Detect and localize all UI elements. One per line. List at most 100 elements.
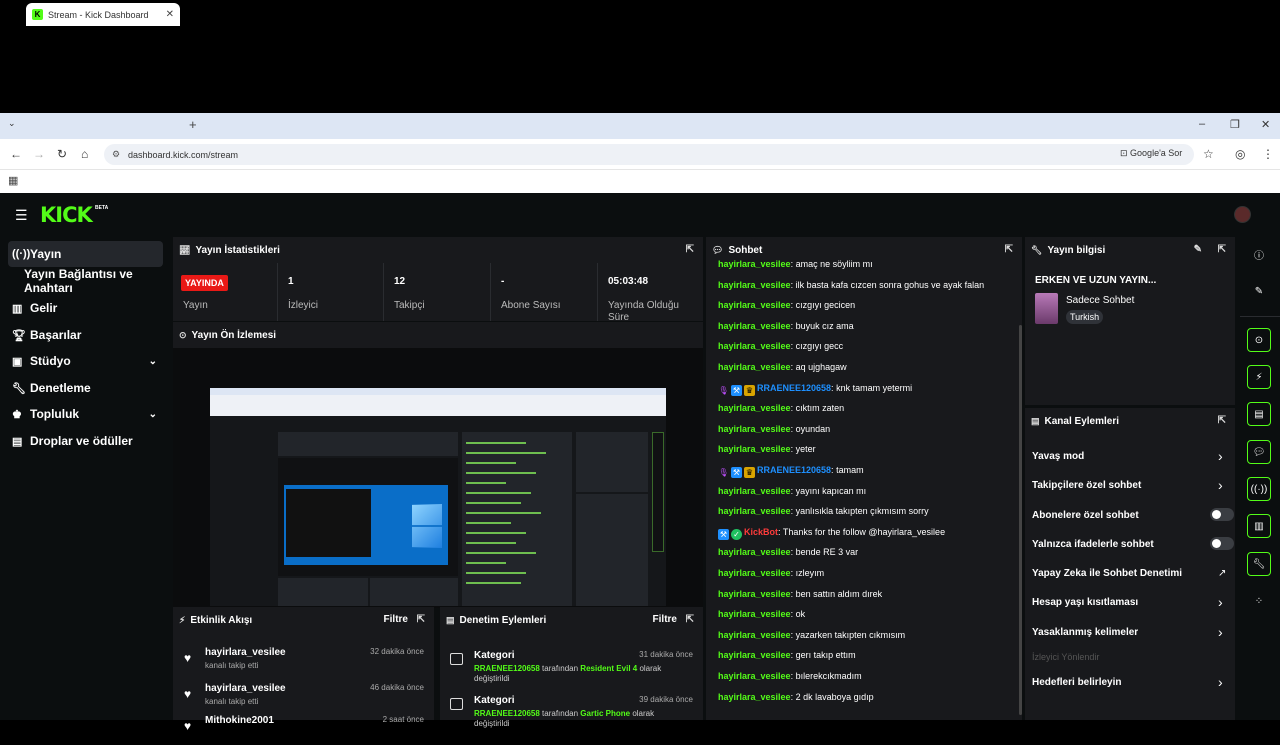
stream-preview-video[interactable] bbox=[173, 348, 703, 608]
chat-username[interactable]: hayirlara_vesilee bbox=[718, 280, 791, 290]
subscribers-only-toggle[interactable] bbox=[1210, 508, 1234, 521]
info-toggle-icon[interactable]: 🔧︎ bbox=[1247, 552, 1271, 576]
activity-user[interactable]: hayirlara_vesilee bbox=[205, 683, 286, 694]
sidebar-item-label: Gelir bbox=[30, 301, 58, 315]
edit-icon[interactable]: ✎ bbox=[1194, 244, 1202, 255]
chat-username[interactable]: hayirlara_vesilee bbox=[718, 568, 791, 578]
info-icon[interactable]: ⓘ bbox=[1247, 242, 1271, 266]
chat-toggle-icon[interactable]: 💬︎ bbox=[1247, 440, 1271, 464]
preview-toggle-icon[interactable]: ⊙ bbox=[1247, 328, 1271, 352]
stream-category[interactable]: Sadece Sohbet bbox=[1066, 295, 1134, 306]
chat-username[interactable]: KickBot bbox=[744, 527, 778, 537]
chat-username[interactable]: hayirlara_vesilee bbox=[718, 444, 791, 454]
popout-icon[interactable]: ⇱ bbox=[1218, 244, 1226, 255]
sidebar-item-revenue[interactable]: ▥ Gelir bbox=[8, 295, 163, 321]
chat-username[interactable]: hayirlara_vesilee bbox=[718, 259, 791, 269]
actions-toggle-icon[interactable]: ▥ bbox=[1247, 514, 1271, 538]
action-banned-words[interactable]: Yasaklanmış kelimeler › bbox=[1032, 624, 1223, 640]
site-info-icon[interactable]: ⚙ bbox=[112, 149, 120, 160]
action-slow-mode[interactable]: Yavaş mod › bbox=[1032, 448, 1223, 464]
chat-username[interactable]: hayirlara_vesilee bbox=[718, 671, 791, 681]
stats-header: 📈︎ Yayın İstatistikleri ⇱ bbox=[173, 237, 703, 263]
chat-panel: 💬︎ Sohbet ⇱ hayirlara_vesilee: amaç ne s… bbox=[706, 237, 1022, 720]
chat-username[interactable]: hayirlara_vesilee bbox=[718, 341, 791, 351]
chat-text: yazarken takıpten cıkmısım bbox=[795, 629, 906, 640]
stat-subscribers: - Abone Sayısı bbox=[491, 263, 598, 321]
bookmark-star-icon[interactable]: ☆ bbox=[1203, 147, 1214, 161]
apps-grid-icon[interactable]: ▦ bbox=[8, 174, 18, 187]
activity-filter-button[interactable]: Filtre bbox=[384, 614, 408, 625]
google-lens-button[interactable]: ⊡ Google'a Sor bbox=[1120, 148, 1182, 159]
moderation-filter-button[interactable]: Filtre bbox=[653, 614, 677, 625]
browser-tab[interactable]: K Stream - Kick Dashboard ✕ bbox=[26, 3, 180, 26]
chat-username[interactable]: RRAENEE120658 bbox=[757, 465, 831, 475]
popout-icon[interactable]: ⇱ bbox=[1218, 415, 1226, 426]
chat-username[interactable]: hayirlara_vesilee bbox=[718, 630, 791, 640]
activity-desc: kanalı takip etti bbox=[205, 697, 259, 706]
emotes-only-toggle[interactable] bbox=[1210, 537, 1234, 550]
popout-icon[interactable]: ⇱ bbox=[1005, 244, 1013, 255]
activity-user[interactable]: Mithokine2001 bbox=[205, 715, 274, 726]
chat-username[interactable]: hayirlara_vesilee bbox=[718, 424, 791, 434]
chat-username[interactable]: hayirlara_vesilee bbox=[718, 321, 791, 331]
channel-actions-panel: ▤ Kanal Eylemleri ⇱ Yavaş mod › Takipçil… bbox=[1025, 408, 1235, 720]
sidebar-item-stream-key[interactable]: Yayın Bağlantısı ve Anahtarı bbox=[20, 267, 180, 295]
chat-username[interactable]: hayirlara_vesilee bbox=[718, 506, 791, 516]
sidebar-item-drops[interactable]: ▤ Droplar ve ödüller bbox=[8, 428, 163, 454]
chat-message: hayirlara_vesilee: yeter bbox=[718, 444, 816, 454]
chat-username[interactable]: hayirlara_vesilee bbox=[718, 403, 791, 413]
widgets-icon[interactable]: ⁘ bbox=[1247, 589, 1271, 613]
home-icon[interactable]: ⌂ bbox=[81, 147, 88, 161]
user-avatar[interactable] bbox=[1234, 206, 1251, 223]
moderation-toggle-icon[interactable]: ▤ bbox=[1247, 402, 1271, 426]
popout-icon[interactable]: ⇱ bbox=[417, 614, 425, 625]
kick-logo[interactable]: KICK bbox=[40, 203, 93, 227]
action-account-age[interactable]: Hesap yaşı kısıtlaması › bbox=[1032, 594, 1223, 610]
action-ai-moderation[interactable]: Yapay Zeka ile Sohbet Denetimi ↗ bbox=[1032, 568, 1226, 579]
new-tab-icon[interactable]: + bbox=[189, 117, 197, 132]
chat-username[interactable]: hayirlara_vesilee bbox=[718, 300, 791, 310]
minimize-icon[interactable]: – bbox=[1199, 118, 1205, 130]
chat-username[interactable]: RRAENEE120658 bbox=[757, 383, 831, 393]
sidebar-item-moderation[interactable]: 🔧︎ Denetleme bbox=[8, 375, 163, 401]
chat-username[interactable]: hayirlara_vesilee bbox=[718, 650, 791, 660]
chat-username[interactable]: hayirlara_vesilee bbox=[718, 547, 791, 557]
action-set-goals[interactable]: Hedefleri belirleyin › bbox=[1032, 674, 1223, 690]
sidebar-item-studio[interactable]: ▣ Stüdyo ⌄ bbox=[8, 348, 163, 374]
menu-icon[interactable]: ☰ bbox=[15, 207, 28, 224]
moderation-item-title: Kategori bbox=[474, 650, 515, 661]
close-tab-icon[interactable]: ✕ bbox=[166, 9, 174, 20]
profile-icon[interactable]: ◎ bbox=[1235, 147, 1245, 161]
broadcast-toggle-icon[interactable]: ((·)) bbox=[1247, 477, 1271, 501]
activity-desc: kanalı takip etti bbox=[205, 661, 259, 670]
window-close-icon[interactable]: ✕ bbox=[1261, 118, 1270, 131]
back-icon[interactable]: ← bbox=[10, 147, 22, 161]
activity-toggle-icon[interactable]: ⚡︎ bbox=[1247, 365, 1271, 389]
chat-username[interactable]: hayirlara_vesilee bbox=[718, 692, 791, 702]
forward-icon[interactable]: → bbox=[33, 147, 45, 161]
action-followers-only[interactable]: Takipçilere özel sohbet › bbox=[1032, 477, 1223, 493]
sidebar-item-achievements[interactable]: 🏆︎ Başarılar bbox=[8, 322, 163, 348]
chat-username[interactable]: hayirlara_vesilee bbox=[718, 362, 791, 372]
sidebar-item-stream[interactable]: ((·)) Yayın bbox=[8, 241, 163, 267]
chat-username[interactable]: hayirlara_vesilee bbox=[718, 486, 791, 496]
tab-list-icon[interactable]: ⌄ bbox=[8, 118, 16, 129]
moderation-user[interactable]: RRAENEE120658 bbox=[474, 664, 540, 673]
preview-frame bbox=[210, 388, 666, 606]
activity-user[interactable]: hayirlara_vesilee bbox=[205, 647, 286, 658]
chat-scrollbar[interactable] bbox=[1019, 325, 1022, 715]
moderation-text: tarafından bbox=[539, 709, 581, 718]
popout-icon[interactable]: ⇱ bbox=[686, 244, 694, 255]
reload-icon[interactable]: ↻ bbox=[57, 147, 67, 161]
restore-icon[interactable]: ❐ bbox=[1230, 118, 1240, 131]
chat-username[interactable]: hayirlara_vesilee bbox=[718, 609, 791, 619]
activity-title: Etkinlik Akışı bbox=[190, 614, 253, 626]
url-input[interactable]: ⚙ dashboard.kick.com/stream bbox=[104, 144, 1194, 165]
chat-username[interactable]: hayirlara_vesilee bbox=[718, 589, 791, 599]
browser-menu-icon[interactable]: ⋮ bbox=[1262, 147, 1274, 161]
popout-icon[interactable]: ⇱ bbox=[686, 614, 694, 625]
sidebar-item-community[interactable]: ♚ Topluluk ⌄ bbox=[8, 401, 163, 427]
moderation-user[interactable]: RRAENEE120658 bbox=[474, 709, 540, 718]
sidebar-item-label: Başarılar bbox=[30, 328, 82, 342]
edit-icon[interactable]: ✎ bbox=[1247, 279, 1271, 303]
